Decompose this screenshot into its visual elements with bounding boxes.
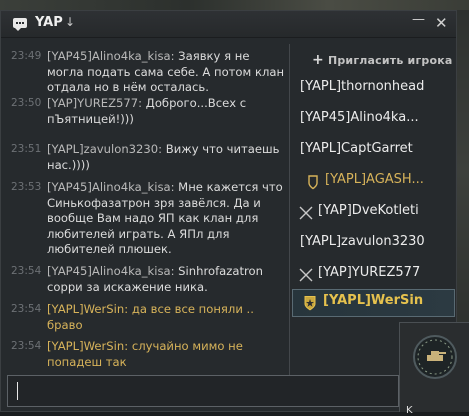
- invite-player-button[interactable]: + Пригласить игрока: [312, 52, 453, 68]
- member-item[interactable]: [YAP]DveKotleti: [292, 199, 455, 226]
- message-time: 23:53: [11, 181, 42, 193]
- message-sender[interactable]: [YAP45]Alino4ka_kisa:: [47, 180, 175, 194]
- member-item-selected[interactable]: [YAPL]WerSin: [292, 289, 455, 317]
- message-time: 23:49: [11, 50, 42, 62]
- member-item[interactable]: [YAP45]Alino4ka...: [292, 106, 455, 133]
- message-sender[interactable]: [YAP]YUREZ577:: [47, 96, 142, 110]
- member-item[interactable]: [YAPL]zavulon3230: [292, 230, 455, 257]
- member-item[interactable]: [YAP]YUREZ577: [292, 261, 455, 288]
- member-item[interactable]: [YAPL]AGASH...: [292, 168, 455, 195]
- crossed-swords-icon: [299, 268, 313, 282]
- arrow-down-icon[interactable]: ↓: [65, 15, 75, 29]
- member-name: [YAP45]Alino4ka...: [300, 110, 419, 125]
- chat-title: YAP: [35, 15, 63, 30]
- text-caret: [17, 382, 18, 400]
- message-sender[interactable]: [YAPL]zavulon3230:: [47, 142, 162, 156]
- invite-label: Пригласить игрока: [327, 54, 453, 67]
- pane-divider: [289, 44, 290, 381]
- tank-emblem-icon: [417, 339, 453, 375]
- member-name: [YAP]YUREZ577: [318, 265, 421, 280]
- message-sender[interactable]: [YAPL]WerSin:: [47, 339, 128, 353]
- message-time: 23:54: [11, 340, 42, 352]
- message-input-box[interactable]: [7, 375, 399, 407]
- chat-titlebar[interactable]: YAP ↓ — ✕: [1, 11, 456, 38]
- message-sender[interactable]: [YAP45]Alino4ka_kisa:: [47, 264, 175, 278]
- clan-emblem-icon[interactable]: [413, 335, 457, 379]
- member-name: [YAPL]CaptGarret: [300, 141, 413, 156]
- member-name: [YAPL]zavulon3230: [300, 234, 425, 249]
- badge-label: K: [406, 405, 413, 416]
- message-time: 23:54: [11, 303, 42, 315]
- plus-icon: +: [312, 52, 324, 68]
- clan-badge-panel[interactable]: K: [399, 322, 469, 416]
- chat-window: YAP ↓ — ✕ 23:49 [YAP45]Alino4ka_kisa: За…: [0, 10, 457, 412]
- minimize-button[interactable]: —: [412, 12, 425, 27]
- message-sender[interactable]: [YAP45]Alino4ka_kisa:: [47, 49, 175, 63]
- member-item[interactable]: [YAPL]CaptGarret: [292, 137, 455, 164]
- message-list[interactable]: 23:49 [YAP45]Alino4ka_kisa: Заявку я не …: [1, 40, 289, 380]
- member-item[interactable]: [YAPL]thornonhead: [292, 75, 455, 102]
- member-name: [YAPL]thornonhead: [300, 79, 425, 94]
- message-input[interactable]: [8, 376, 398, 406]
- member-name: [YAP]DveKotleti: [318, 203, 419, 218]
- crossed-swords-icon: [299, 206, 313, 220]
- message-sender[interactable]: [YAPL]WerSin:: [47, 302, 128, 316]
- message-time: 23:54: [11, 265, 42, 277]
- message-time: 23:50: [11, 97, 42, 109]
- member-name: [YAPL]WerSin: [323, 293, 424, 308]
- member-name: [YAPL]AGASH...: [325, 172, 424, 187]
- star-shield-icon: [304, 296, 316, 311]
- chat-bubble-icon: [13, 18, 27, 31]
- shield-icon: [308, 175, 318, 190]
- message-time: 23:51: [11, 143, 42, 155]
- close-button[interactable]: ✕: [435, 14, 448, 32]
